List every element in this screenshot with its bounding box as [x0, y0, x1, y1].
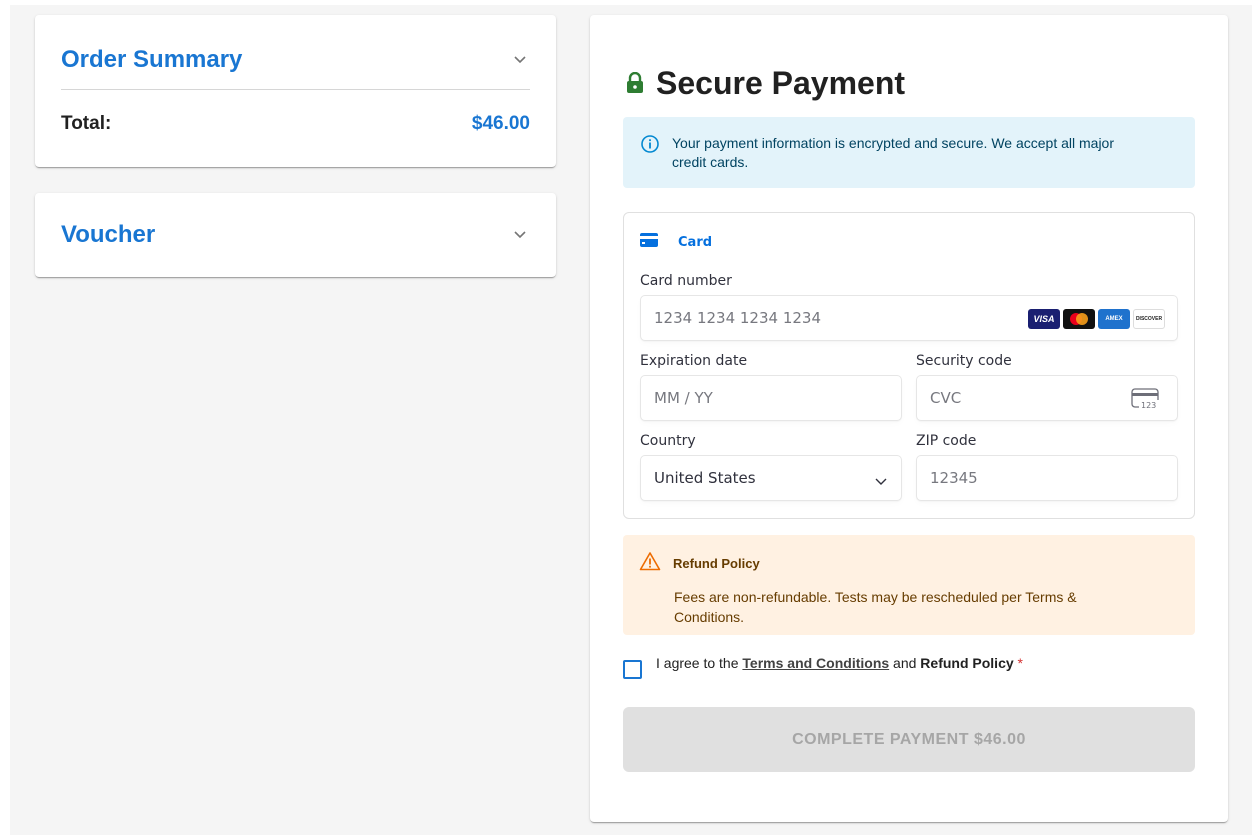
refund-policy-header: Refund Policy	[639, 551, 1179, 577]
agree-and: and	[889, 655, 921, 671]
payment-heading: Secure Payment	[626, 65, 905, 102]
zip-label: ZIP code	[916, 433, 977, 449]
complete-payment-button[interactable]: COMPLETE PAYMENT $46.00	[623, 707, 1195, 772]
voucher-title: Voucher	[61, 221, 156, 248]
terms-agreement: I agree to the Terms and Conditions and …	[623, 655, 1023, 679]
total-label: Total:	[61, 113, 112, 134]
payment-title: Secure Payment	[656, 65, 906, 101]
info-alert: Your payment information is encrypted an…	[623, 117, 1195, 188]
zip-input[interactable]: 12345	[916, 455, 1178, 501]
order-summary-header[interactable]: Order Summary	[61, 43, 530, 77]
chevron-down-icon[interactable]	[510, 50, 530, 70]
card-number-input[interactable]: 1234 1234 1234 1234 VISA AMEX DISCOVER	[640, 295, 1178, 341]
order-summary-panel: Order Summary Total: $46.00	[35, 15, 556, 167]
chevron-down-icon[interactable]	[510, 225, 530, 245]
info-icon	[640, 134, 660, 188]
payment-panel: Secure Payment Your payment information …	[590, 15, 1228, 822]
card-brands: VISA AMEX DISCOVER	[1028, 309, 1165, 329]
order-summary-title: Order Summary	[61, 46, 243, 73]
required-asterisk: *	[1013, 655, 1023, 671]
cvc-input[interactable]: CVC 123	[916, 375, 1178, 421]
tab-card[interactable]: Card	[640, 233, 712, 251]
warning-icon	[639, 551, 661, 577]
refund-policy-title: Refund Policy	[673, 556, 760, 571]
card-payment-form: Card Card number 1234 1234 1234 1234 VIS…	[623, 212, 1195, 519]
info-text: Your payment information is encrypted an…	[672, 135, 1115, 170]
total-value: $46.00	[471, 113, 530, 134]
zip-value: 12345	[930, 469, 978, 487]
discover-icon: DISCOVER	[1133, 309, 1165, 329]
terms-agreement-text: I agree to the Terms and Conditions and …	[656, 655, 1023, 671]
chevron-down-icon	[875, 472, 887, 490]
voucher-header[interactable]: Voucher	[61, 218, 530, 252]
divider	[61, 89, 530, 90]
refund-policy-ref: Refund Policy	[920, 655, 1014, 671]
total-row: Total: $46.00	[61, 113, 530, 135]
cvc-label: Security code	[916, 353, 1012, 369]
country-label: Country	[640, 433, 696, 449]
expiry-input[interactable]: MM / YY	[640, 375, 902, 421]
refund-policy-text: Fees are non-refundable. Tests may be re…	[674, 589, 1077, 625]
mastercard-icon	[1063, 309, 1095, 329]
refund-policy-alert: Refund Policy Fees are non-refundable. T…	[623, 535, 1195, 635]
terms-link[interactable]: Terms and Conditions	[742, 655, 889, 671]
voucher-panel: Voucher	[35, 193, 556, 277]
card-icon	[640, 233, 658, 251]
tab-card-label: Card	[678, 234, 713, 250]
cvc-placeholder: CVC	[930, 389, 962, 407]
card-number-label: Card number	[640, 273, 732, 289]
expiry-label: Expiration date	[640, 353, 748, 369]
agree-prefix: I agree to the	[656, 655, 743, 671]
expiry-placeholder: MM / YY	[654, 389, 713, 407]
cvc-card-icon: 123	[1131, 388, 1163, 414]
amex-icon: AMEX	[1098, 309, 1130, 329]
visa-icon: VISA	[1028, 309, 1060, 329]
card-number-placeholder: 1234 1234 1234 1234	[654, 309, 821, 327]
lock-icon	[626, 65, 644, 102]
country-select[interactable]: United States	[640, 455, 902, 501]
cvc-icon-text: 123	[1141, 401, 1156, 410]
country-value: United States	[654, 469, 756, 487]
terms-checkbox[interactable]	[623, 660, 642, 679]
